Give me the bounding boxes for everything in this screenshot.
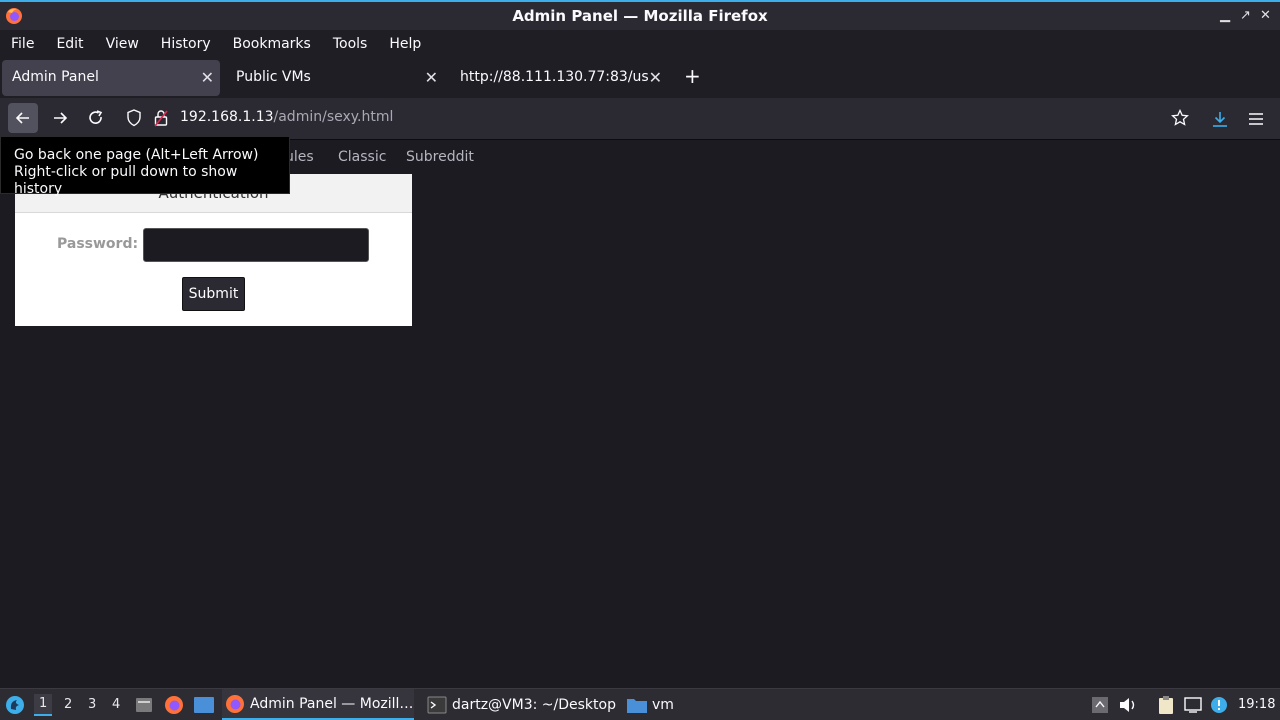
password-label: Password:	[57, 236, 139, 252]
menu-bookmarks[interactable]: Bookmarks	[233, 36, 311, 52]
workspace-2[interactable]: 2	[64, 697, 72, 712]
task-label: Admin Panel — Mozill…	[250, 695, 414, 712]
downloads-icon[interactable]	[1211, 110, 1229, 128]
url-text[interactable]: 192.168.1.13/admin/sexy.html	[180, 109, 393, 125]
menu-history[interactable]: History	[161, 36, 211, 52]
menu-help[interactable]: Help	[389, 36, 421, 52]
tab-label: Admin Panel	[12, 69, 99, 85]
url-host: 192.168.1.13	[180, 109, 274, 125]
clipboard-icon[interactable]	[1156, 695, 1176, 715]
tab-public-vms[interactable]: Public VMs ✕	[226, 60, 444, 96]
task-label: dartz@VM3: ~/Desktop	[452, 696, 616, 713]
nav-link-subreddit[interactable]: Subreddit	[406, 149, 474, 165]
menu-bar: File Edit View History Bookmarks Tools H…	[0, 30, 1280, 58]
url-bar[interactable]: 192.168.1.13/admin/sexy.html	[118, 103, 1198, 133]
forward-button[interactable]	[45, 103, 75, 133]
terminal-icon	[427, 696, 447, 713]
tab-admin-panel[interactable]: Admin Panel ✕	[2, 60, 220, 96]
file-manager-launcher-icon[interactable]	[134, 695, 154, 715]
back-arrow-icon	[15, 112, 29, 124]
tab-label: Public VMs	[236, 69, 311, 85]
firefox-launcher-icon[interactable]	[164, 695, 184, 715]
network-icon[interactable]	[1183, 696, 1203, 714]
workspace-1[interactable]: 1	[34, 694, 53, 716]
desktop-launcher-icon[interactable]	[193, 696, 215, 714]
reload-button[interactable]	[81, 103, 111, 133]
tooltip-line: Go back one page (Alt+Left Arrow)	[14, 147, 259, 163]
back-button-tooltip: Go back one page (Alt+Left Arrow) Right-…	[0, 136, 290, 197]
taskbar: 1 2 3 4 Admin Panel — Mozill… dartz@VM3:…	[0, 688, 1280, 720]
tab-remote-url[interactable]: http://88.111.130.77:83/use ✕	[450, 60, 668, 96]
close-tab-icon[interactable]: ✕	[649, 68, 662, 87]
menu-file[interactable]: File	[11, 36, 34, 52]
insecure-lock-icon[interactable]	[154, 109, 168, 127]
tooltip-line: Right-click or pull down to show history	[14, 164, 238, 197]
menu-edit[interactable]: Edit	[56, 36, 83, 52]
submit-button[interactable]: Submit	[182, 277, 245, 311]
folder-icon	[627, 698, 647, 713]
tray-expand-icon[interactable]	[1091, 696, 1109, 714]
menu-view[interactable]: View	[106, 36, 139, 52]
url-path: /admin/sexy.html	[273, 109, 394, 125]
close-window-icon[interactable]: ✕	[1260, 8, 1271, 23]
navigation-toolbar: 192.168.1.13/admin/sexy.html	[0, 98, 1280, 140]
notification-icon[interactable]	[1210, 696, 1228, 714]
workspace-4[interactable]: 4	[112, 697, 120, 712]
window-titlebar: Admin Panel — Mozilla Firefox ▁ ↗ ✕	[0, 0, 1280, 30]
menu-tools[interactable]: Tools	[333, 36, 368, 52]
tab-label: http://88.111.130.77:83/use	[460, 69, 648, 85]
tracking-shield-icon[interactable]	[126, 109, 142, 127]
firefox-icon	[226, 694, 244, 713]
bookmark-star-icon[interactable]	[1171, 109, 1189, 127]
app-launcher-icon[interactable]	[5, 695, 25, 715]
workspace-3[interactable]: 3	[88, 697, 96, 712]
nav-link-classic[interactable]: Classic	[338, 149, 386, 165]
window-title: Admin Panel — Mozilla Firefox	[512, 7, 768, 25]
reload-icon	[89, 110, 103, 124]
minimize-icon[interactable]: ▁	[1220, 8, 1230, 23]
task-label: vm	[652, 696, 674, 713]
page-content: ules Classic Subreddit Authentication Pa…	[0, 141, 1280, 687]
clock: 19:18	[1238, 697, 1276, 712]
task-folder-vm[interactable]: vm	[623, 689, 683, 720]
maximize-icon[interactable]: ↗	[1240, 8, 1251, 23]
back-button[interactable]	[8, 103, 38, 133]
task-terminal[interactable]: dartz@VM3: ~/Desktop	[424, 689, 619, 720]
task-firefox[interactable]: Admin Panel — Mozill…	[222, 689, 414, 720]
volume-icon[interactable]	[1118, 696, 1138, 714]
password-input[interactable]	[143, 228, 369, 262]
new-tab-icon[interactable]: +	[684, 64, 701, 88]
hamburger-menu-icon[interactable]	[1247, 110, 1265, 128]
close-tab-icon[interactable]: ✕	[425, 68, 438, 87]
tab-bar: Admin Panel ✕ Public VMs ✕ http://88.111…	[0, 58, 1280, 98]
forward-arrow-icon	[54, 112, 68, 124]
close-tab-icon[interactable]: ✕	[201, 68, 214, 87]
